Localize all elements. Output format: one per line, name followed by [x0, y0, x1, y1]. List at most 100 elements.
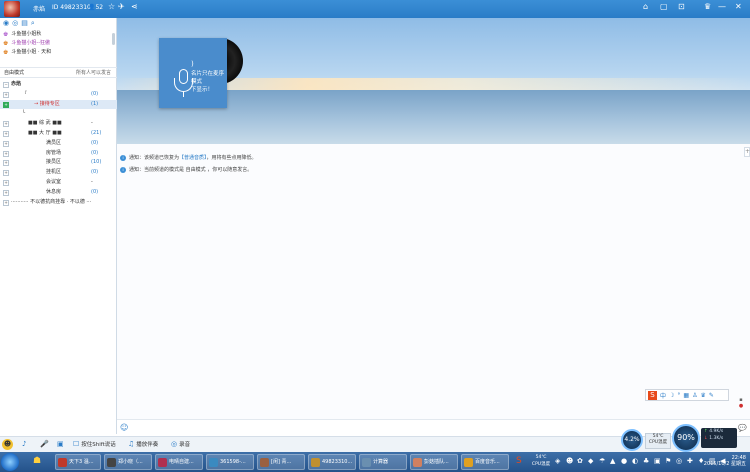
tray-icon-13[interactable]: ✚	[687, 456, 695, 466]
wrench-icon[interactable]: ✎	[709, 392, 714, 399]
chinese-mode-icon[interactable]: 中	[660, 391, 666, 400]
taskbar-item[interactable]: 天下3 温...	[55, 454, 101, 470]
expand-icon[interactable]: +	[3, 160, 9, 167]
gamepad-icon[interactable]: ⊡	[678, 3, 685, 11]
favorite-channel-3[interactable]: ♚ 斗鱼猫小姐 · 天和	[3, 48, 116, 57]
speaker-icon: ♪	[22, 440, 27, 448]
emoji-icon[interactable]: ☺	[120, 423, 128, 432]
expand-icon[interactable]: +	[3, 101, 9, 108]
expand-icon[interactable]: +	[3, 140, 9, 147]
expand-icon[interactable]: +	[3, 150, 9, 157]
tray-icon-8[interactable]: ◐	[632, 456, 640, 466]
favorite-channel-2[interactable]: ♚ 斗鱼猫小姐--狂傲	[3, 39, 116, 48]
tree-row[interactable]: + 挂机区 (0)	[0, 168, 117, 178]
tree-row[interactable]: + ■■ 大 厅 ■■ (21)	[0, 129, 117, 139]
name-card[interactable]: ) 名片只在麦序模式 下显示！	[159, 38, 227, 108]
tray-icon-10[interactable]: ▣	[654, 456, 662, 466]
taskbar-clock[interactable]: 22:48 2015/10/2 星期五	[700, 455, 746, 467]
taskbar-item[interactable]: 计算器	[359, 454, 407, 470]
mode-label: 自由模式	[4, 70, 25, 76]
input-method-bar[interactable]: S 中 ☽ ° ▦ ♙ ♛ ✎	[645, 389, 729, 401]
expand-icon[interactable]: +	[3, 170, 9, 177]
tree-row[interactable]: └	[0, 109, 117, 119]
close-icon[interactable]: ✕	[735, 3, 742, 11]
punctuation-icon[interactable]: °	[677, 392, 680, 399]
expand-icon[interactable]: +	[3, 199, 9, 206]
tray-icon-6[interactable]: ▲	[610, 456, 618, 466]
tree-row[interactable]: + ··········· 不以德抗商挂靠 · 不以德 ···	[0, 198, 117, 208]
user-avatar[interactable]	[4, 1, 20, 17]
search-icon[interactable]: ⌕	[31, 18, 35, 28]
user-tab-icon[interactable]: ◉	[3, 18, 9, 28]
tray-icon-11[interactable]: ⚑	[665, 456, 673, 466]
home-icon[interactable]: ⌂	[643, 3, 648, 11]
expand-icon[interactable]: +	[3, 189, 9, 196]
tree-row[interactable]: + 满员区 (0)	[0, 139, 117, 149]
favorite-channel-1[interactable]: ♚ 斗鱼猫小姐秋	[3, 30, 116, 39]
minimize-icon[interactable]: —	[718, 3, 726, 11]
user-icon[interactable]: ♙	[692, 392, 697, 399]
notice-message: i 通知：当前频道的模式是 自由模式 ，你可以随意发言。	[120, 166, 252, 173]
location-icon[interactable]: ◎	[12, 18, 18, 28]
tree-row[interactable]: + 房管场 (0)	[0, 149, 117, 159]
shirt-icon[interactable]: ♛	[700, 392, 705, 399]
speaker-button[interactable]: ♪	[22, 440, 26, 448]
mic-button[interactable]: 🎤	[40, 440, 49, 448]
star-icon[interactable]: ☆	[108, 3, 115, 11]
play-accompaniment-button[interactable]: ♫ 播放伴奏	[128, 440, 158, 448]
tray-icon-7[interactable]: ●	[621, 456, 629, 466]
plane-icon[interactable]: ✈	[118, 3, 125, 11]
tray-icon-5[interactable]: ☂	[599, 456, 607, 466]
sogou-tray-icon[interactable]: S	[516, 456, 522, 466]
status-face-icon[interactable]: ☻	[2, 439, 13, 450]
tray-icon-3[interactable]: ✿	[577, 456, 585, 466]
chat-area[interactable]: i 通知：该频道已恢复为【普通音质】，用将有些点用降低。 i 通知：当前频道的模…	[117, 144, 750, 419]
taskbar-item[interactable]: 彭菇插队...	[410, 454, 458, 470]
expand-icon[interactable]: +	[3, 130, 9, 137]
expand-icon[interactable]: +	[3, 121, 9, 128]
push-to-talk-button[interactable]: ☐ 按住Shift说话	[73, 440, 116, 448]
expand-icon[interactable]: +	[3, 179, 9, 186]
tray-icon-1[interactable]: ◈	[555, 456, 563, 466]
taskbar-item[interactable]: 361598-...	[206, 454, 254, 470]
mode-description: 所有人可以发言	[76, 70, 112, 76]
collapse-icon[interactable]: −	[3, 82, 9, 88]
tray-icon-2[interactable]: ☻	[566, 456, 574, 466]
tray-icon-4[interactable]: ◆	[588, 456, 596, 466]
taskbar-item[interactable]: [闲] 青...	[257, 454, 305, 470]
keyboard-icon[interactable]: ▦	[683, 392, 689, 399]
mic-icon: 🎤	[40, 440, 49, 448]
tree-row[interactable]: + ■■ 综 武 ■■ -	[0, 119, 117, 129]
tree-row[interactable]: + 接员区 (10)	[0, 158, 117, 168]
share-icon[interactable]: ⋖	[131, 3, 138, 11]
taskbar-item[interactable]: 百度音乐...	[461, 454, 509, 470]
tree-row[interactable]: + 『 (0)	[0, 90, 117, 100]
square-icon[interactable]: ▢	[660, 3, 668, 11]
upload-icon: ↑	[704, 429, 708, 434]
tree-row-selected[interactable]: + → 接待专区 (1)	[0, 99, 117, 110]
pinned-app-icon[interactable]: ☗	[33, 456, 41, 466]
user-id: ID 49823310	[52, 4, 91, 11]
tree-row[interactable]: + 会议室 -	[0, 178, 117, 188]
tray-icon-9[interactable]: ♣	[643, 456, 651, 466]
taskbar-item[interactable]: 郑小晓（...	[104, 454, 152, 470]
tree-root[interactable]: − 赤焰	[0, 80, 117, 90]
record-button[interactable]: ◎ 录音	[171, 440, 190, 448]
moon-icon[interactable]: ☽	[669, 392, 674, 399]
channel-tree: − 赤焰 + 『 (0) + → 接待专区 (1) └ + ■■ 综 武 ■■ …	[0, 80, 117, 207]
system-monitor-widget[interactable]: 4.2% 54℃ CPU温度 90% ↑ 4.9K/s ↓ 1.3K/s	[618, 424, 740, 452]
expand-panel-button[interactable]: +	[744, 147, 750, 157]
side-widget[interactable]: ▪ ●	[735, 397, 747, 415]
channel-icon: ♚	[3, 31, 9, 38]
taskbar-item[interactable]: 49823310...	[308, 454, 356, 470]
record-icon: ◎	[171, 440, 178, 448]
sidebar-scrollbar[interactable]	[112, 33, 115, 45]
tree-row[interactable]: + 休息房 (0)	[0, 188, 117, 198]
card-icon[interactable]: ▤	[21, 18, 28, 28]
tray-icon-12[interactable]: ◎	[676, 456, 684, 466]
expand-icon[interactable]: +	[3, 91, 9, 98]
screen-button[interactable]: ▣	[57, 440, 64, 448]
start-button[interactable]	[1, 453, 19, 471]
shirt-icon[interactable]: ♛	[704, 3, 711, 11]
taskbar-item[interactable]: 电晴自建...	[155, 454, 203, 470]
